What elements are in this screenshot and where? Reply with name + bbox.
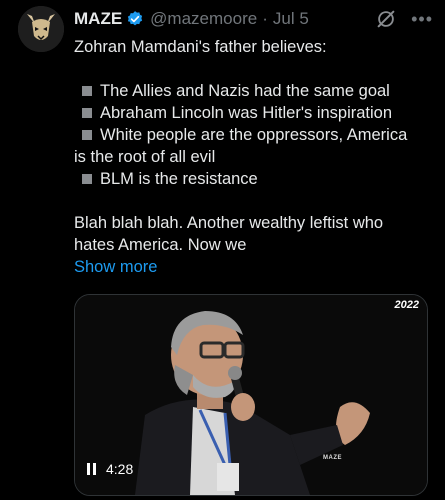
header-separator: ·	[262, 9, 268, 28]
bullet-square-icon	[82, 130, 92, 141]
bullet-item: BLM is the resistance	[74, 168, 434, 190]
year-badge: 2022	[394, 299, 419, 311]
show-more-link[interactable]: Show more	[74, 256, 434, 278]
more-options-icon[interactable]: •••	[411, 9, 433, 30]
bullet-item: White people are the oppressors, America	[74, 124, 434, 146]
tweet-paragraph-line: hates America. Now we	[74, 236, 247, 254]
avatar[interactable]	[18, 6, 64, 52]
bullet-square-icon	[82, 108, 92, 119]
bullet-square-icon	[82, 174, 92, 185]
pause-icon[interactable]	[87, 463, 96, 475]
tweet-paragraph-line: Blah blah blah. Another wealthy leftist …	[74, 214, 384, 232]
mask-avatar-icon	[18, 6, 64, 52]
author-name[interactable]: MAZE	[74, 9, 122, 29]
verified-badge-icon	[128, 11, 143, 26]
bullet-square-icon	[82, 86, 92, 97]
tweet-header: MAZE @mazemoore · Jul 5 •••	[74, 6, 433, 32]
bullet-continuation: is the root of all evil	[74, 148, 216, 166]
author-handle[interactable]: @mazemoore	[150, 9, 257, 29]
video-controls: 4:28	[87, 461, 133, 477]
bullet-item: Abraham Lincoln was Hitler's inspiration	[74, 102, 434, 124]
video-player[interactable]: 2022 MAZE 4:28	[74, 294, 428, 496]
video-duration: 4:28	[106, 461, 134, 477]
tweet-date[interactable]: Jul 5	[273, 9, 309, 29]
bullet-item: The Allies and Nazis had the same goal	[74, 80, 434, 102]
video-watermark: MAZE	[323, 455, 342, 461]
tweet-intro: Zohran Mamdani's father believes:	[74, 38, 327, 56]
grok-icon[interactable]	[375, 8, 397, 30]
tweet-text: Zohran Mamdani's father believes: The Al…	[74, 36, 434, 278]
